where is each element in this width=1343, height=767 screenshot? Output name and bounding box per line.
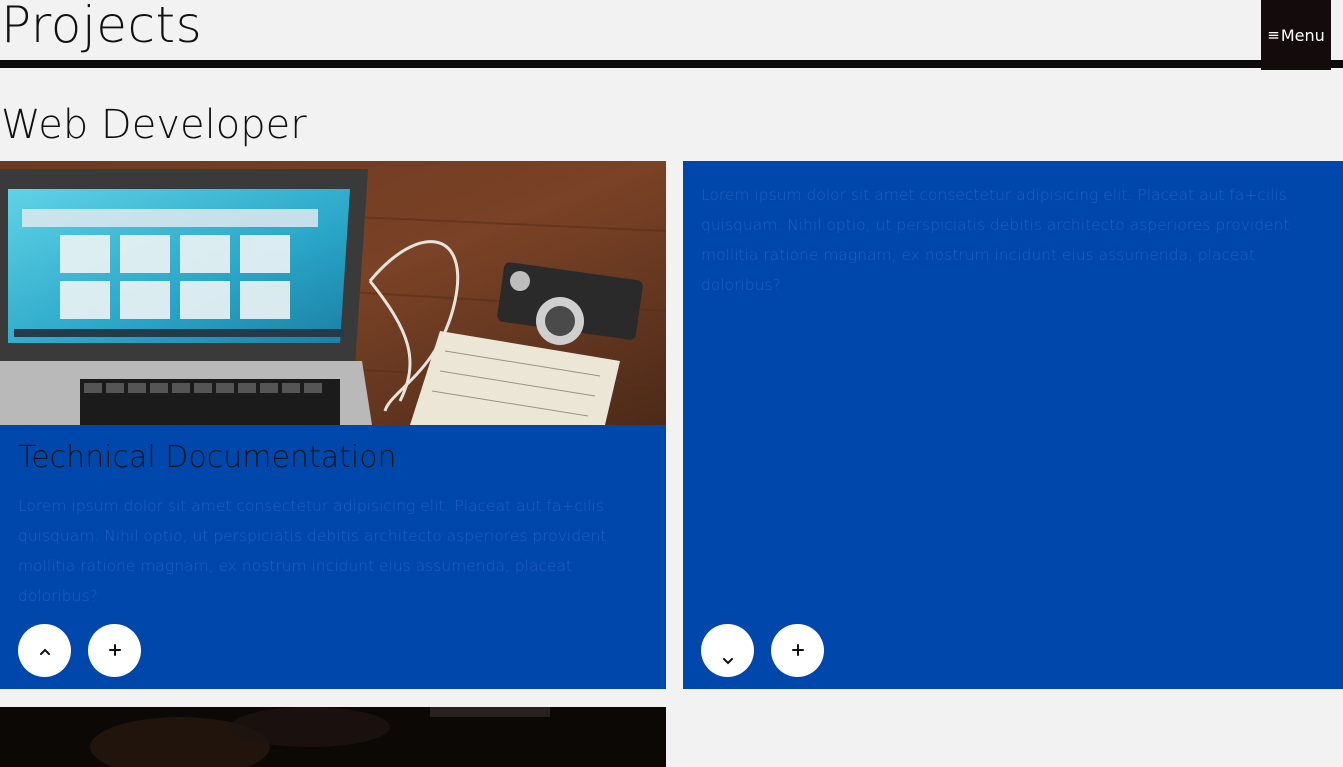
plus-icon	[108, 641, 121, 660]
card-description: Lorem ipsum dolor sit amet consectetur a…	[701, 186, 1290, 294]
plus-icon	[791, 641, 804, 660]
project-card-description: Lorem ipsum dolor sit amet consectetur a…	[683, 161, 1343, 689]
project-image-dark	[0, 707, 666, 767]
section-title: Web Developer	[1, 102, 307, 148]
hamburger-icon: ≡	[1267, 26, 1280, 44]
chevron-up-icon	[39, 641, 51, 660]
card-title: Technical Documentation	[18, 440, 397, 475]
chevron-down-icon	[722, 633, 734, 669]
show-image-button[interactable]	[701, 624, 754, 677]
menu-label: Menu	[1280, 25, 1325, 45]
page-header: Projects ≡ Menu	[0, 0, 1343, 70]
card-description: Lorem ipsum dolor sit amet consectetur a…	[18, 497, 607, 605]
menu-button[interactable]: ≡ Menu	[1261, 0, 1331, 70]
project-card-technical-documentation: Technical Documentation Lorem ipsum dolo…	[0, 161, 666, 689]
collapse-button[interactable]	[18, 624, 71, 677]
expand-button[interactable]	[771, 624, 824, 677]
project-card-partial	[0, 707, 666, 767]
expand-button[interactable]	[88, 624, 141, 677]
page-title: Projects	[1, 0, 203, 54]
project-image-laptop	[0, 161, 666, 425]
